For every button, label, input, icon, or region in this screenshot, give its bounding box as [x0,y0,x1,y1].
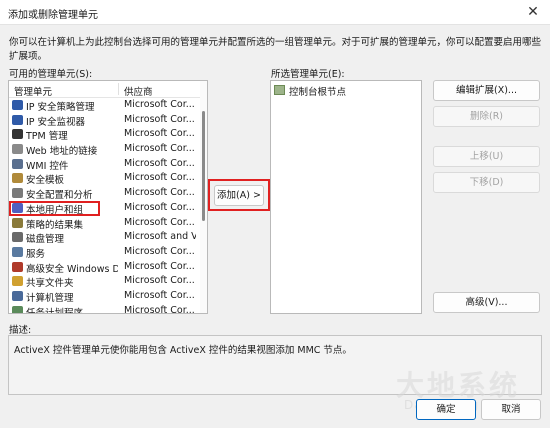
wmi-control-icon [12,158,23,169]
table-row[interactable]: 磁盘管理 Microsoft and V... [9,230,201,245]
vertical-scrollbar[interactable] [200,81,207,313]
web-link-icon [12,144,23,155]
highlight-local-users-groups [9,201,100,216]
table-row[interactable]: IP 安全策略管理 Microsoft Cor... [9,98,201,113]
edit-extensions-button[interactable]: 编辑扩展(X)... [433,80,540,101]
description-label: 描述: [9,325,32,336]
snapin-vendor: Microsoft Cor... [124,172,195,184]
snapin-vendor: Microsoft and V... [124,231,196,243]
snapin-name: 任务计划程序 [26,307,84,314]
snapin-vendor: Microsoft Cor... [124,216,195,228]
table-row[interactable]: TPM 管理 Microsoft Cor... [9,127,201,142]
firewall-icon [12,261,23,272]
snapin-name: WMI 控件 [26,160,69,172]
snapin-name: 策略的结果集 [26,219,84,231]
shared-folder-icon [12,276,23,287]
table-row[interactable]: Web 地址的链接 Microsoft Cor... [9,142,201,157]
security-config-icon [12,188,23,199]
snapin-vendor: Microsoft Cor... [124,157,195,169]
move-up-button[interactable]: 上移(U) [433,146,540,167]
move-down-button[interactable]: 下移(D) [433,172,540,193]
selected-item-label: 控制台根节点 [289,87,347,98]
table-row[interactable]: 高级安全 Windows De... Microsoft Cor... [9,260,201,275]
snapin-name: 磁盘管理 [26,234,65,246]
snapin-name: 共享文件夹 [26,278,74,290]
table-row[interactable]: WMI 控件 Microsoft Cor... [9,157,201,172]
column-header-vendor[interactable]: 供应商 [124,84,153,98]
table-row[interactable]: 服务 Microsoft Cor... [9,245,201,260]
services-gear-icon [12,246,23,257]
selected-snapins-label: 所选管理单元(E): [271,69,345,80]
table-row[interactable]: 安全配置和分析 Microsoft Cor... [9,186,201,201]
snapin-name: 高级安全 Windows De... [26,263,118,275]
tpm-chip-icon [12,129,23,140]
description-text: ActiveX 控件管理单元使你能用包含 ActiveX 控件的结果视图添加 M… [14,345,352,356]
advanced-button[interactable]: 高级(V)... [433,292,540,313]
table-row[interactable]: 计算机管理 Microsoft Cor... [9,289,201,304]
console-root-icon [274,85,285,95]
snapin-vendor: Microsoft Cor... [124,275,195,287]
snapin-name: 安全模板 [26,175,65,187]
title-bar: 添加或删除管理单元 ✕ [0,0,550,25]
available-snapins-list[interactable]: 管理单元 供应商 IP 安全策略管理 Microsoft Cor... IP 安全监… [8,80,208,314]
snapin-name: IP 安全策略管理 [26,102,95,113]
list-header: 管理单元 供应商 [9,81,201,98]
task-scheduler-icon [12,305,23,313]
ok-button[interactable]: 确定 [416,399,476,420]
snapin-vendor: Microsoft Cor... [124,260,195,272]
snapin-vendor: Microsoft Cor... [124,187,195,199]
ip-security-monitor-icon [12,114,23,125]
add-button[interactable]: 添加(A) > [214,185,264,206]
snapin-name: TPM 管理 [26,131,68,143]
window-title: 添加或删除管理单元 [8,10,98,21]
scrollbar-thumb[interactable] [202,111,205,221]
snapin-vendor: Microsoft Cor... [124,201,195,213]
dialog-description: 你可以在计算机上为此控制台选择可用的管理单元并配置所选的一组管理单元。对于可扩展… [9,37,542,62]
cancel-button[interactable]: 取消 [481,399,541,420]
snapin-name: Web 地址的链接 [26,146,98,158]
snapin-vendor: Microsoft Cor... [124,128,195,140]
table-row[interactable]: IP 安全监视器 Microsoft Cor... [9,113,201,128]
computer-management-icon [12,290,23,301]
available-snapins-label: 可用的管理单元(S): [9,69,93,80]
table-row[interactable]: 安全模板 Microsoft Cor... [9,171,201,186]
table-row[interactable]: 任务计划程序 Microsoft Cor... [9,304,201,314]
ip-security-policy-icon [12,100,23,110]
table-row[interactable]: 共享文件夹 Microsoft Cor... [9,274,201,289]
snapin-name: IP 安全监视器 [26,116,86,128]
rsop-icon [12,217,23,228]
column-header-snapin[interactable]: 管理单元 [14,84,52,98]
description-box: ActiveX 控件管理单元使你能用包含 ActiveX 控件的结果视图添加 M… [8,335,542,395]
snapin-vendor: Microsoft Cor... [124,304,195,314]
snapin-vendor: Microsoft Cor... [124,289,195,301]
selected-snapins-list[interactable]: 控制台根节点 [270,80,422,314]
snapin-vendor: Microsoft Cor... [124,245,195,257]
snapin-name: 安全配置和分析 [26,190,93,202]
snapin-vendor: Microsoft Cor... [124,99,195,110]
close-icon[interactable]: ✕ [516,0,550,24]
snapin-name: 服务 [26,248,46,260]
column-divider[interactable] [118,83,119,95]
snapin-vendor: Microsoft Cor... [124,113,195,125]
security-template-icon [12,173,23,184]
disk-management-icon [12,232,23,243]
remove-button[interactable]: 删除(R) [433,106,540,127]
snapin-vendor: Microsoft Cor... [124,143,195,155]
table-row[interactable]: 策略的结果集 Microsoft Cor... [9,216,201,231]
snapin-name: 计算机管理 [26,292,74,304]
